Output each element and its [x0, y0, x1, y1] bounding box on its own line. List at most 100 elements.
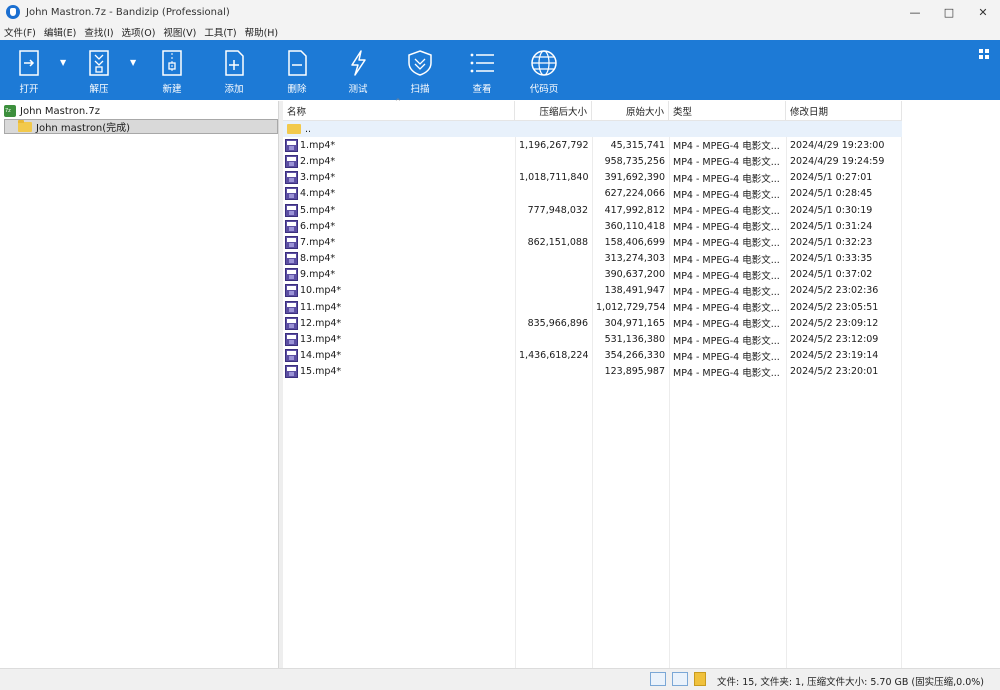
column-header-type[interactable]: 类型 — [669, 101, 786, 121]
file-row[interactable]: 4.mp4* 627,224,066 MP4 - MPEG-4 电影文... 2024… — [283, 186, 902, 202]
original-size: 958,735,256 — [604, 155, 665, 167]
menu-tools[interactable]: 工具(T) — [204, 25, 236, 39]
bandizip-app-icon — [6, 5, 20, 19]
original-size: 360,110,418 — [604, 220, 665, 232]
extract-dropdown-arrow-icon[interactable]: ▼ — [130, 58, 136, 67]
column-header-name[interactable]: 名称 ^ — [283, 98, 515, 121]
video-file-icon — [285, 138, 298, 152]
open-button[interactable]: 打开 — [1, 40, 57, 100]
file-name-cell: 3.mp4* — [283, 171, 515, 185]
close-button[interactable]: ✕ — [966, 0, 1000, 24]
file-row[interactable]: 9.mp4* 390,637,200 MP4 - MPEG-4 电影文... 2024… — [283, 267, 902, 283]
file-type: MP4 - MPEG-4 电影文... — [673, 335, 780, 347]
scan-button[interactable]: 扫描 — [392, 40, 448, 100]
tree-root-archive[interactable]: John Mastron.7z — [4, 104, 100, 118]
file-row[interactable]: 11.mp4* 1,012,729,754 MP4 - MPEG-4 电影文... 2… — [283, 299, 902, 315]
file-row[interactable]: 12.mp4* 835,966,896 304,971,165 MP4 - MPEG-… — [283, 315, 902, 331]
preview-pane-icon[interactable] — [672, 672, 688, 686]
file-row[interactable]: 14.mp4* 1,436,618,224 354,266,330 MP4 - MPE… — [283, 348, 902, 364]
view-mode-switch — [650, 672, 712, 686]
file-type: MP4 - MPEG-4 电影文... — [673, 206, 780, 218]
file-type: MP4 - MPEG-4 电影文... — [673, 351, 780, 363]
file-row[interactable]: 1.mp4* 1,196,267,792 45,315,741 MP4 - MPEG-… — [283, 137, 902, 153]
layout-menu-icon[interactable] — [978, 48, 990, 60]
delete-file-icon — [288, 50, 307, 76]
file-type: MP4 - MPEG-4 电影文... — [673, 367, 780, 379]
original-size: 391,692,390 — [604, 172, 665, 184]
menu-view[interactable]: 视图(V) — [163, 25, 196, 39]
list-view-icon — [470, 53, 494, 73]
open-label: 打开 — [19, 84, 39, 95]
column-compressed-label: 压缩后大小 — [539, 107, 587, 118]
menu-edit[interactable]: 编辑(E) — [44, 25, 76, 39]
open-dropdown-arrow-icon[interactable]: ▼ — [60, 58, 66, 67]
file-row[interactable]: 5.mp4* 777,948,032 417,992,812 MP4 - MPEG-4… — [283, 202, 902, 218]
codepage-button[interactable]: 代码页 — [516, 40, 572, 100]
modified-date: 2024/5/1 0:28:45 — [790, 188, 873, 200]
video-file-icon — [285, 284, 298, 298]
file-row[interactable]: 15.mp4* 123,895,987 MP4 - MPEG-4 电影文... 202… — [283, 364, 902, 380]
file-name: 13.mp4* — [300, 334, 342, 346]
delete-button[interactable]: 删除 — [269, 40, 325, 100]
menu-options[interactable]: 选项(O) — [122, 25, 156, 39]
file-type: MP4 - MPEG-4 电影文... — [673, 286, 780, 298]
file-type: MP4 - MPEG-4 电影文... — [673, 303, 780, 315]
new-button[interactable]: 新建 — [144, 40, 200, 100]
modified-date: 2024/5/1 0:27:01 — [790, 172, 873, 184]
original-size: 1,012,729,754 — [596, 301, 666, 313]
extract-button[interactable]: 解压 — [71, 40, 127, 100]
parent-folder-row[interactable]: .. — [283, 121, 902, 138]
file-row[interactable]: 7.mp4* 862,151,088 158,406,699 MP4 - MPEG-4… — [283, 234, 902, 250]
file-list: 名称 ^ 压缩后大小 原始大小 类型 修改日期 .. 1.mp4* 1,196,2… — [283, 98, 1000, 668]
menu-file[interactable]: 文件(F) — [4, 25, 36, 39]
test-label: 测试 — [348, 84, 368, 95]
compressed-size: 1,436,618,224 — [519, 350, 589, 362]
window-title: John Mastron.7z - Bandizip (Professional… — [26, 6, 230, 18]
original-size: 390,637,200 — [604, 269, 665, 281]
original-size: 313,274,303 — [604, 253, 665, 265]
file-name: 14.mp4* — [300, 350, 342, 362]
file-row[interactable]: 6.mp4* 360,110,418 MP4 - MPEG-4 电影文... 2024… — [283, 218, 902, 234]
modified-date: 2024/5/2 23:05:51 — [790, 301, 879, 313]
file-row[interactable]: 13.mp4* 531,136,380 MP4 - MPEG-4 电影文... 202… — [283, 331, 902, 347]
window-controls: — □ ✕ — [898, 0, 1000, 24]
archive-info-icon[interactable] — [694, 672, 706, 686]
tree-item-folder[interactable]: John mastron(完成) — [4, 119, 278, 134]
minimize-button[interactable]: — — [898, 0, 932, 24]
modified-date: 2024/5/2 23:02:36 — [790, 285, 879, 297]
column-type-label: 类型 — [673, 107, 693, 118]
test-button[interactable]: 测试 — [330, 40, 386, 100]
video-file-icon — [285, 219, 298, 233]
new-archive-icon — [162, 50, 182, 76]
file-row[interactable]: 8.mp4* 313,274,303 MP4 - MPEG-4 电影文... 2024… — [283, 251, 902, 267]
file-name-cell: 15.mp4* — [283, 365, 515, 379]
toolbar: 打开 ▼ 解压 ▼ 新建 添加 删除 测试 扫描 查看 代码页 — [0, 40, 1000, 100]
file-row[interactable]: 3.mp4* 1,018,711,840 391,692,390 MP4 - MPEG… — [283, 170, 902, 186]
compressed-size: 1,018,711,840 — [519, 172, 589, 184]
original-size: 531,136,380 — [604, 334, 665, 346]
compressed-size: 777,948,032 — [527, 204, 588, 216]
modified-date: 2024/5/2 23:19:14 — [790, 350, 879, 362]
add-button[interactable]: 添加 — [206, 40, 262, 100]
file-name: 11.mp4* — [300, 301, 342, 313]
menu-find[interactable]: 查找(I) — [84, 25, 113, 39]
file-type: MP4 - MPEG-4 电影文... — [673, 189, 780, 201]
maximize-button[interactable]: □ — [932, 0, 966, 24]
scan-label: 扫描 — [410, 84, 430, 95]
file-row[interactable]: 10.mp4* 138,491,947 MP4 - MPEG-4 电影文... 202… — [283, 283, 902, 299]
extract-icon — [89, 50, 109, 76]
menu-help[interactable]: 帮助(H) — [245, 25, 279, 39]
file-name-cell: 2.mp4* — [283, 154, 515, 168]
details-view-icon[interactable] — [650, 672, 666, 686]
column-header-compressed[interactable]: 压缩后大小 — [515, 101, 592, 121]
view-button[interactable]: 查看 — [454, 40, 510, 100]
file-type: MP4 - MPEG-4 电影文... — [673, 157, 780, 169]
original-size: 138,491,947 — [604, 285, 665, 297]
original-size: 158,406,699 — [604, 236, 665, 248]
column-original-label: 原始大小 — [625, 107, 664, 118]
file-row[interactable]: 2.mp4* 958,735,256 MP4 - MPEG-4 电影文... 2024… — [283, 153, 902, 169]
file-rows: .. 1.mp4* 1,196,267,792 45,315,741 MP4 - MP… — [283, 121, 902, 380]
column-header-modified[interactable]: 修改日期 — [786, 101, 902, 121]
column-header-original[interactable]: 原始大小 — [592, 101, 669, 121]
folder-icon — [18, 119, 32, 132]
